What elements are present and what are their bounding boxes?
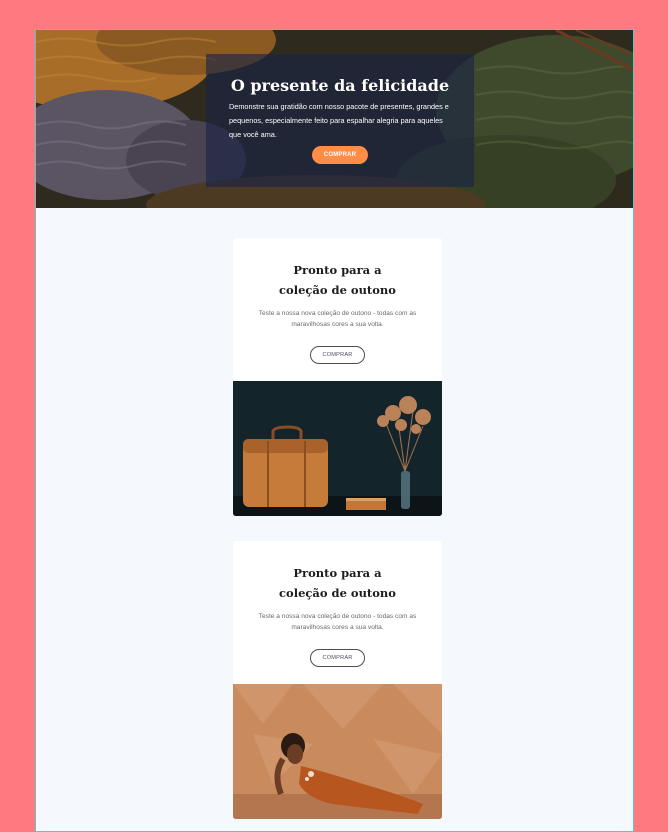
card-title: Pronto para a coleção de outono <box>233 563 442 603</box>
card-title-line1: Pronto para a <box>293 263 382 277</box>
hero-banner: O presente da felicidade Demonstre sua g… <box>36 30 633 208</box>
email-frame: O presente da felicidade Demonstre sua g… <box>35 29 634 832</box>
card-title: Pronto para a coleção de outono <box>233 260 442 300</box>
leather-bag-photo <box>233 381 442 516</box>
card-buy-button[interactable]: COMPRAR <box>310 649 365 667</box>
product-card: Pronto para a coleção de outono Teste a … <box>233 541 442 819</box>
card-description: Teste a nossa nova coleção de outono - t… <box>258 613 417 631</box>
card-title-line1: Pronto para a <box>293 566 382 580</box>
hero-title: O presente da felicidade <box>230 76 450 95</box>
hero-buy-button[interactable]: COMPRAR <box>312 146 368 164</box>
card-buy-button[interactable]: COMPRAR <box>310 346 365 364</box>
product-card: Pronto para a coleção de outono Teste a … <box>233 238 442 516</box>
card-title-line2: coleção de outono <box>279 283 396 297</box>
woman-orange-dress-photo <box>233 684 442 819</box>
hero-description: Demonstre sua gratidão com nosso pacote … <box>229 102 449 139</box>
card-description: Teste a nossa nova coleção de outono - t… <box>258 310 417 328</box>
card-title-line2: coleção de outono <box>279 586 396 600</box>
